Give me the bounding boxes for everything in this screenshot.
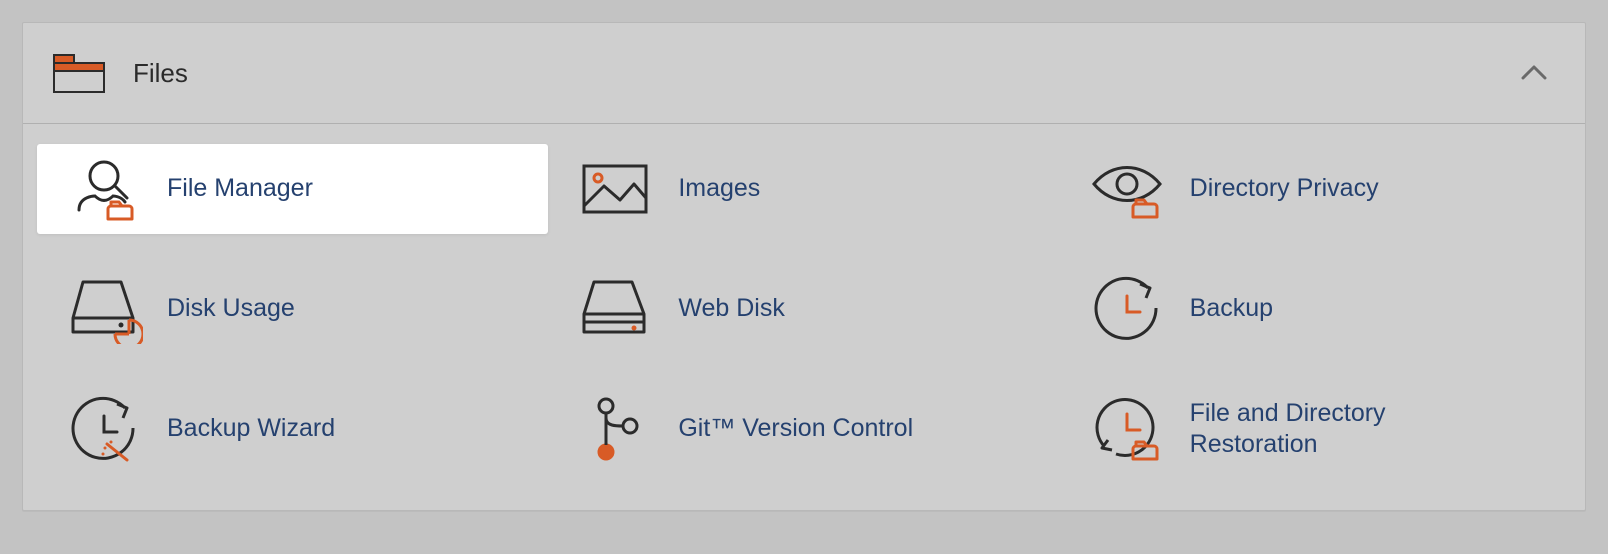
item-file-manager[interactable]: File Manager: [37, 144, 548, 234]
disk-usage-icon: [65, 274, 143, 344]
files-item-grid: File Manager Images Direct: [23, 124, 1585, 510]
item-git-version-control[interactable]: Git™ Version Control: [548, 384, 1059, 474]
files-panel-title: Files: [133, 58, 1519, 89]
item-directory-privacy[interactable]: Directory Privacy: [1060, 144, 1571, 234]
item-web-disk[interactable]: Web Disk: [548, 264, 1059, 354]
item-label: Directory Privacy: [1190, 173, 1379, 204]
backup-wizard-icon: [65, 394, 143, 464]
item-disk-usage[interactable]: Disk Usage: [37, 264, 548, 354]
item-images[interactable]: Images: [548, 144, 1059, 234]
images-icon: [576, 154, 654, 224]
item-label: File Manager: [167, 173, 313, 204]
folder-icon: [53, 53, 105, 93]
item-label: Git™ Version Control: [678, 413, 913, 444]
item-label: Web Disk: [678, 293, 785, 324]
chevron-up-icon: [1519, 58, 1549, 88]
restoration-icon: [1088, 394, 1166, 464]
web-disk-icon: [576, 274, 654, 344]
files-panel-header[interactable]: Files: [23, 23, 1585, 123]
files-panel: Files File Manager: [22, 22, 1586, 511]
item-backup[interactable]: Backup: [1060, 264, 1571, 354]
item-label: Disk Usage: [167, 293, 295, 324]
item-label: Backup Wizard: [167, 413, 335, 444]
directory-privacy-icon: [1088, 154, 1166, 224]
file-manager-icon: [65, 154, 143, 224]
git-icon: [576, 394, 654, 464]
item-label: Images: [678, 173, 760, 204]
item-file-directory-restoration[interactable]: File and Directory Restoration: [1060, 384, 1571, 474]
item-label: Backup: [1190, 293, 1273, 324]
backup-icon: [1088, 274, 1166, 344]
item-label: File and Directory Restoration: [1190, 398, 1490, 461]
item-backup-wizard[interactable]: Backup Wizard: [37, 384, 548, 474]
